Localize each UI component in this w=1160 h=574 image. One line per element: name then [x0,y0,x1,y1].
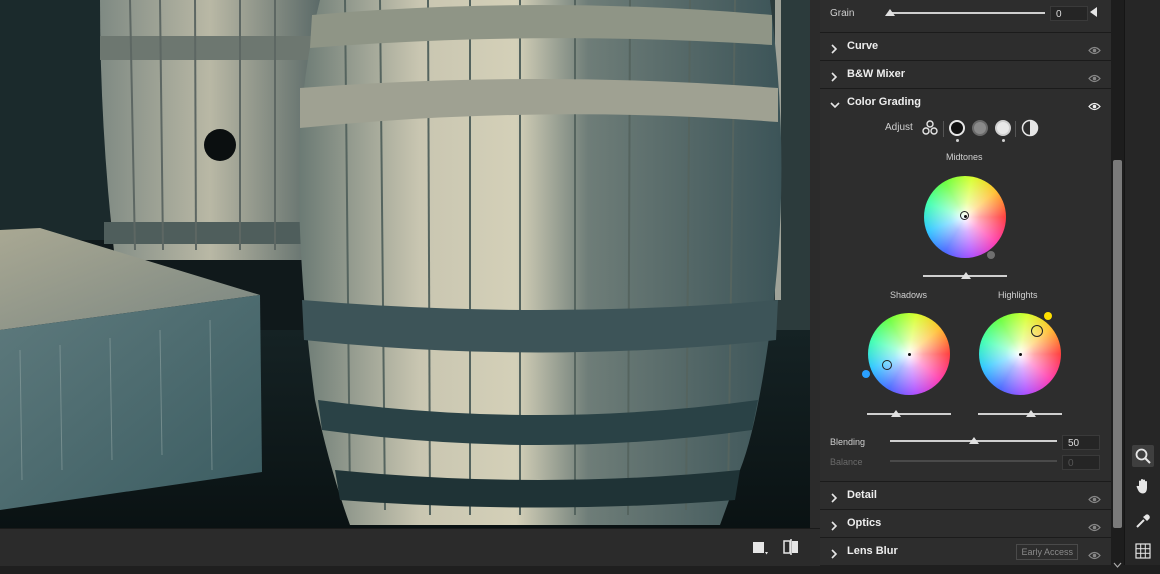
midtones-label: Midtones [946,152,983,162]
highlights-slider-thumb[interactable] [1026,410,1036,417]
grain-reset-icon[interactable] [1090,7,1097,17]
balance-value[interactable]: 0 [1062,455,1100,470]
indicator-dot [1002,139,1005,142]
eye-icon[interactable] [1088,98,1101,111]
shadows-circle-icon[interactable] [949,120,965,136]
grid-icon[interactable] [1132,540,1154,562]
section-color-grading[interactable]: Color Grading [820,88,1111,116]
highlights-luminance-slider[interactable] [978,413,1062,415]
compare-view-icon[interactable] [781,537,801,557]
section-detail[interactable]: Detail [820,481,1111,509]
shadows-wheel-marker[interactable] [882,360,892,370]
highlights-label: Highlights [998,290,1038,300]
divider [810,0,820,565]
section-title: B&W Mixer [847,68,906,80]
wheel-center [1019,353,1022,356]
scroll-down-icon[interactable] [1113,556,1122,568]
search-icon[interactable] [1132,445,1154,467]
eyedropper-icon[interactable] [1132,510,1154,532]
grain-slider-thumb[interactable] [885,9,895,16]
adjust-label: Adjust [885,122,913,133]
section-title: Lens Blur [847,545,898,557]
photo-canvas[interactable] [0,0,810,528]
chevron-right-icon [830,518,838,531]
crop-view-icon[interactable] [750,537,770,557]
indicator-dot [956,139,959,142]
shadows-luminance-slider[interactable] [867,413,951,415]
section-title: Optics [847,517,882,529]
wheel-center [964,215,967,218]
eye-icon[interactable] [1088,491,1101,504]
midtones-circle-icon[interactable] [972,120,988,136]
balance-slider-track[interactable] [890,460,1057,462]
section-title: Color Grading [847,96,921,108]
grain-label: Grain [830,8,855,19]
blending-label: Blending [830,437,866,447]
balance-label: Balance [830,457,863,467]
divider [943,121,944,137]
shadows-hue-dot[interactable] [862,370,870,378]
hand-icon[interactable] [1132,475,1154,497]
chevron-right-icon [830,546,838,559]
eye-icon[interactable] [1088,70,1101,83]
highlights-circle-icon[interactable] [995,120,1011,136]
section-curve[interactable]: Curve [820,32,1111,60]
highlights-hue-dot[interactable] [1044,312,1052,320]
global-circle-icon[interactable] [1021,119,1039,137]
chevron-right-icon [830,41,838,54]
eye-icon[interactable] [1088,547,1101,560]
midtones-slider-thumb[interactable] [961,272,971,279]
grain-slider-track[interactable] [888,12,1045,14]
shadows-slider-thumb[interactable] [891,410,901,417]
eye-icon[interactable] [1088,42,1101,55]
shadows-label: Shadows [890,290,928,300]
wheel-center [908,353,911,356]
highlights-wheel-marker[interactable] [1031,325,1043,337]
section-title: Curve [847,40,879,52]
section-optics[interactable]: Optics [820,509,1111,537]
section-lens-blur[interactable]: Lens Blur Early Access [820,537,1111,565]
three-way-icon[interactable] [921,119,939,137]
grain-value[interactable]: 0 [1050,6,1088,21]
early-access-badge: Early Access [1016,544,1078,560]
section-title: Detail [847,489,877,501]
midtones-hue-dot[interactable] [987,251,995,259]
blending-value[interactable]: 50 [1062,435,1100,450]
panel-scrollbar-thumb[interactable] [1113,160,1122,528]
divider [1015,121,1016,137]
chevron-right-icon [830,490,838,503]
eye-icon[interactable] [1088,519,1101,532]
tool-strip [1124,0,1160,565]
blending-slider-thumb[interactable] [969,437,979,444]
bottom-toolbar [0,528,820,566]
chevron-down-icon [830,97,840,109]
chevron-right-icon [830,69,838,82]
section-bw-mixer[interactable]: B&W Mixer [820,60,1111,88]
